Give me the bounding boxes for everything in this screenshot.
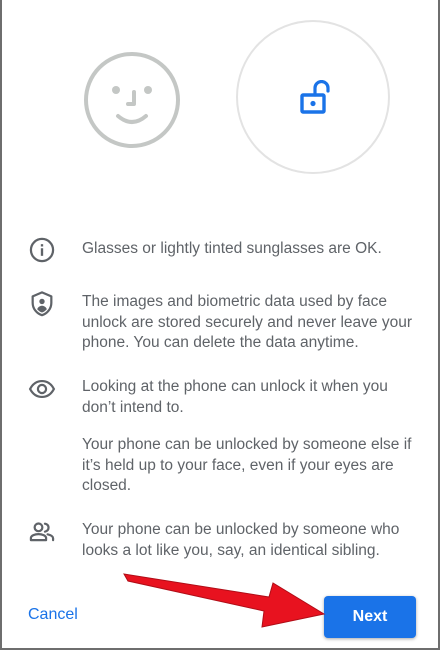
info-row-lookalike: Your phone can be unlocked by someone wh… — [82, 520, 418, 561]
unlocked-padlock-icon — [300, 80, 330, 114]
info-text: Your phone can be unlocked by someone el… — [82, 436, 412, 494]
cancel-button[interactable]: Cancel — [16, 598, 90, 632]
info-row-unintended-unlock: Looking at the phone can unlock it when … — [82, 377, 418, 497]
eye-icon — [28, 379, 56, 399]
people-icon — [29, 522, 55, 542]
info-text: The images and biometric data used by fa… — [82, 293, 412, 351]
security-shield-icon — [31, 291, 53, 317]
face-outline-icon — [84, 52, 180, 148]
info-row-glasses: Glasses or lightly tinted sunglasses are… — [82, 239, 418, 260]
info-text: Glasses or lightly tinted sunglasses are… — [82, 240, 382, 257]
next-button[interactable]: Next — [324, 596, 416, 638]
info-text: Looking at the phone can unlock it when … — [82, 378, 388, 416]
info-text: Your phone can be unlocked by someone wh… — [82, 521, 400, 559]
info-icon — [29, 237, 55, 263]
info-row-data-security: The images and biometric data used by fa… — [82, 292, 418, 354]
face-unlock-screen: Glasses or lightly tinted sunglasses are… — [2, 0, 438, 648]
